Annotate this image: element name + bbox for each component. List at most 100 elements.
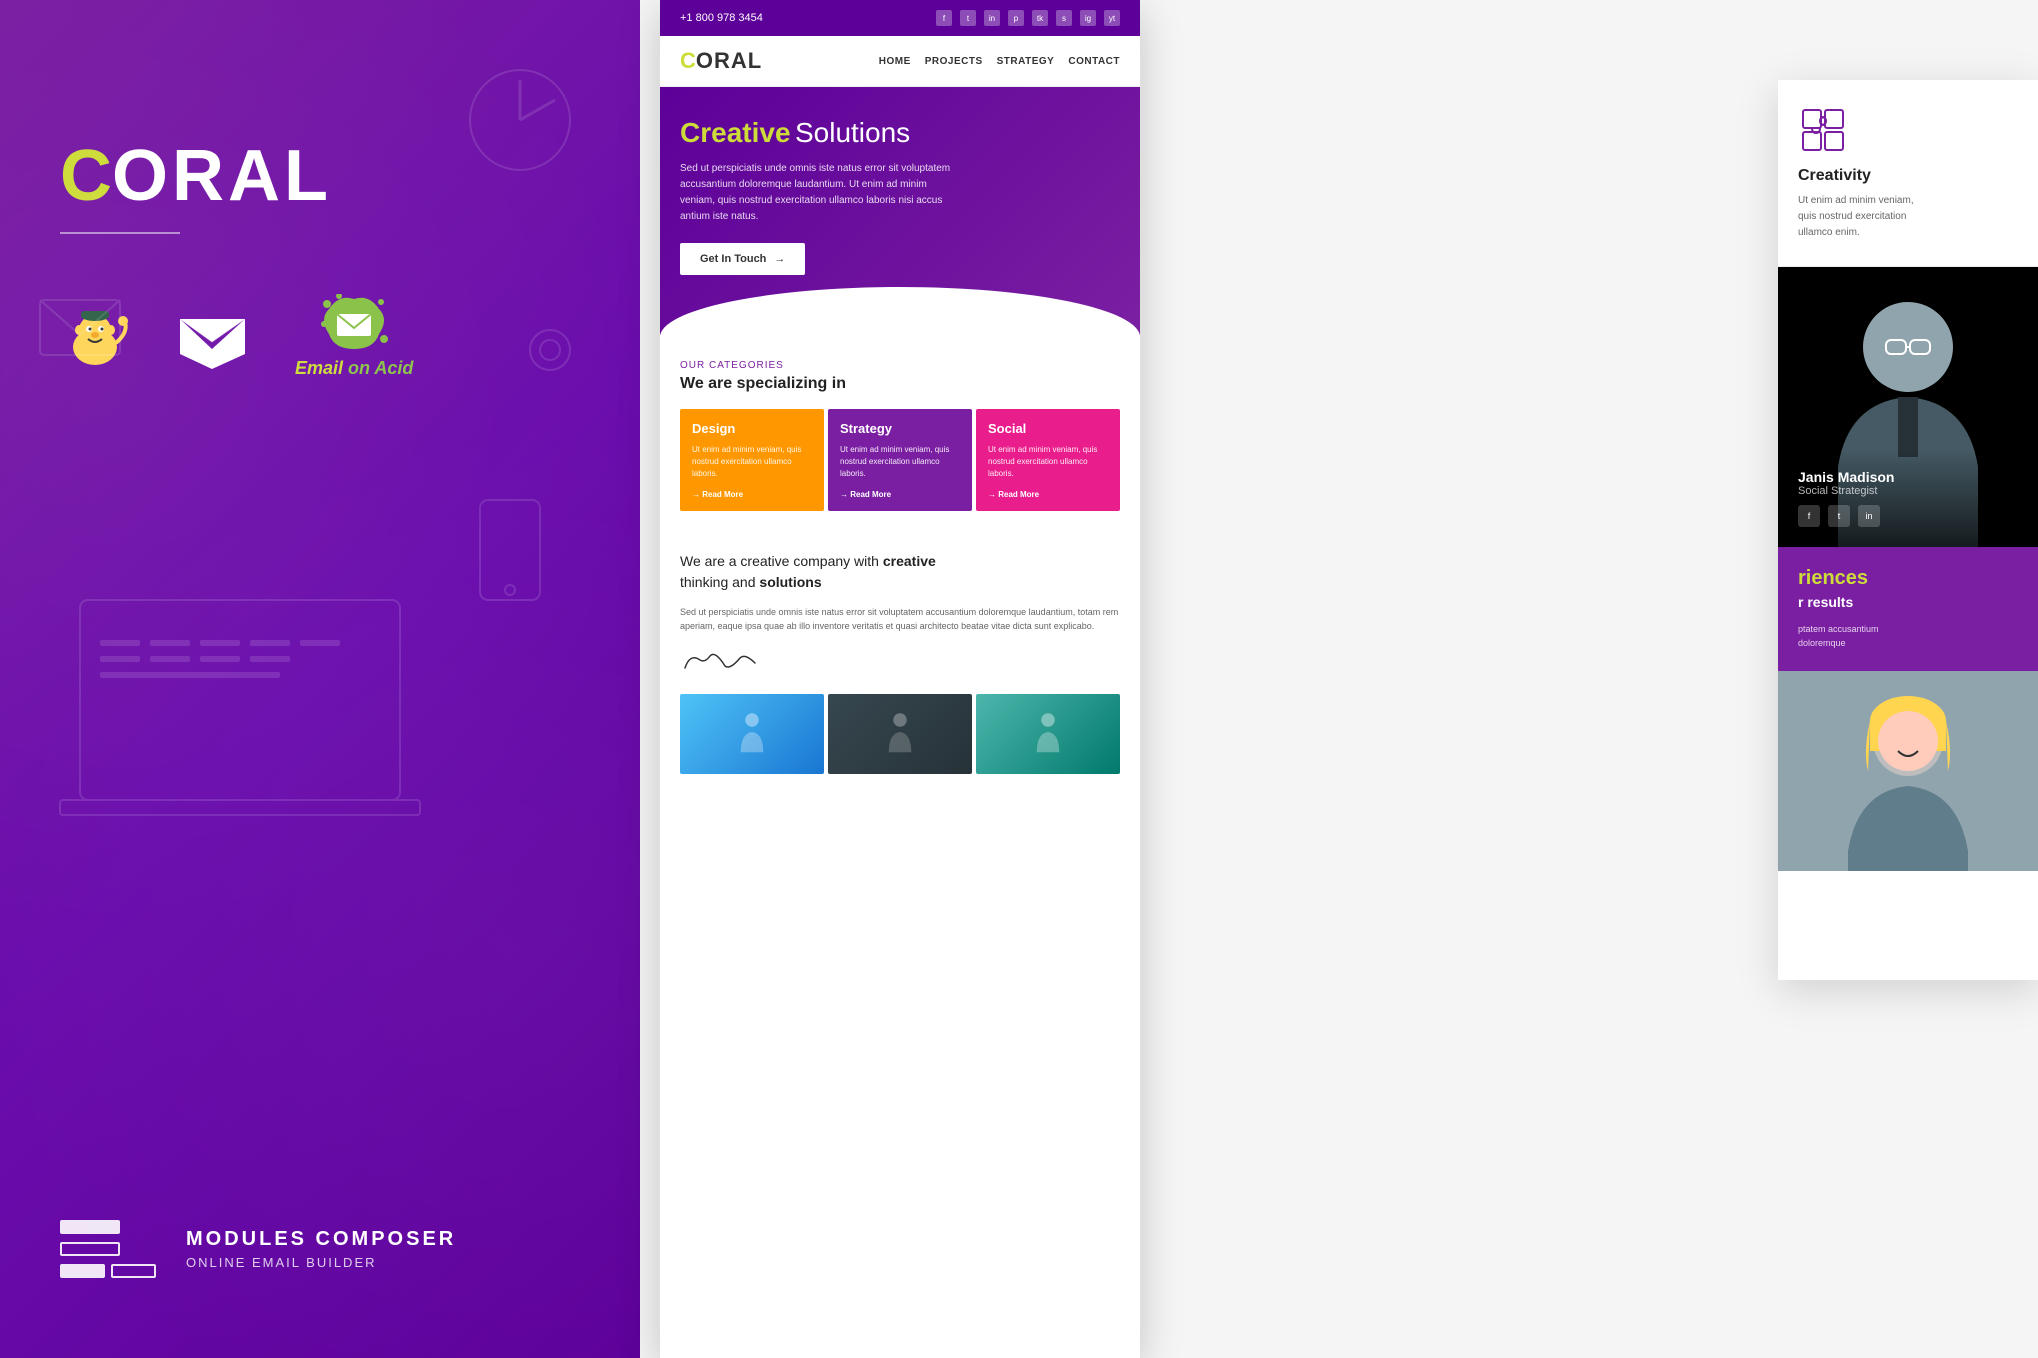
member-linkedin-icon[interactable]: in [1858,505,1880,527]
social-card-title: Social [988,421,1108,436]
logo-c-letter: C [60,140,112,212]
email-word: Email [295,358,343,378]
youtube-icon: yt [1104,10,1120,26]
bar-rect-1 [60,1220,120,1234]
nav-contact[interactable]: CONTACT [1068,56,1120,67]
woman-photo [1778,671,2038,871]
creative-bold1: creative [883,553,936,569]
modules-subtitle: ONLINE EMAIL BUILDER [186,1255,456,1270]
strategy-read-more[interactable]: → Read More [840,490,960,499]
bottom-section: MODULES COMPOSER ONLINE EMAIL BUILDER [60,1220,456,1278]
experiences-title: riences [1798,567,2018,590]
creative-company-title: We are a creative company with creative … [680,551,1120,593]
linkedin-icon: in [984,10,1000,26]
left-panel: C ORAL [0,0,640,1358]
hero-headline: Creative Solutions [680,117,1120,149]
creativity-desc-text3: ullamco enim. [1798,227,1860,238]
email-logo: C ORAL [680,48,762,74]
hero-btn-arrow: → [774,253,785,265]
creativity-desc-text: Ut enim ad minim veniam, [1798,195,1914,206]
email-acid-text: Email on Acid [295,358,413,379]
get-in-touch-button[interactable]: Get In Touch → [680,243,805,275]
hero-solutions: Solutions [795,117,910,148]
categories-label: Our Categories [680,360,1120,371]
category-cards: Design Ut enim ad minim veniam, quis nos… [680,409,1120,511]
email-topbar: +1 800 978 3454 f t in p tk s ig yt [660,0,1140,36]
right-panel: +1 800 978 3454 f t in p tk s ig yt C OR… [640,0,2038,1358]
strategy-card-desc: Ut enim ad minim veniam, quis nostrud ex… [840,444,960,480]
team-member-overlay: Janis Madison Social Strategist f t in [1778,449,2038,547]
social-card: Social Ut enim ad minim veniam, quis nos… [976,409,1120,511]
team-photo-2 [828,694,972,774]
person-silhouette-3 [976,694,1120,774]
person-silhouette-1 [680,694,824,774]
social-read-more[interactable]: → Read More [988,490,1108,499]
categories-title: We are specializing in [680,375,1120,393]
creative-title-part2: thinking and [680,574,759,590]
logo-divider [60,232,180,234]
on-acid-word: on Acid [348,358,413,378]
phone-number: +1 800 978 3454 [680,12,763,24]
campaign-monitor-logo [180,304,245,369]
header-logo-rest: ORAL [696,48,762,74]
modules-title: MODULES COMPOSER [186,1228,456,1251]
design-card-title: Design [692,421,812,436]
partner-logos: Email on Acid [60,294,413,379]
signature-svg [680,648,760,673]
header-logo-c: C [680,48,696,74]
hero-creative: Creative [680,117,791,148]
spotify-icon: s [1056,10,1072,26]
hero-description: Sed ut perspiciatis unde omnis iste natu… [680,161,960,225]
member-twitter-icon[interactable]: t [1828,505,1850,527]
creativity-title: Creativity [1798,167,2018,185]
strategy-card: Strategy Ut enim ad minim veniam, quis n… [828,409,972,511]
modules-icon [60,1220,156,1278]
tiktok-icon: tk [1032,10,1048,26]
member-facebook-icon[interactable]: f [1798,505,1820,527]
email-nav: HOME PROJECTS STRATEGY CONTACT [879,56,1120,67]
email-categories: Our Categories We are specializing in De… [660,335,1140,531]
bar-outline-1 [60,1242,120,1256]
experiences-section: riences r results ptatem accusantiumdolo… [1778,547,2038,671]
nav-strategy[interactable]: STRATEGY [997,56,1055,67]
creative-title-part1: We are a creative company with [680,553,883,569]
hero-btn-text: Get In Touch [700,253,766,265]
design-card: Design Ut enim ad minim veniam, quis nos… [680,409,824,511]
team-photos [680,694,1120,774]
left-logo: C ORAL [60,140,332,212]
logo-rest: ORAL [112,140,332,212]
nav-home[interactable]: HOME [879,56,911,67]
team-photo-1 [680,694,824,774]
social-card-desc: Ut enim ad minim veniam, quis nostrud ex… [988,444,1108,480]
team-photo-3 [976,694,1120,774]
experiences-subtitle: r results [1798,594,2018,610]
creative-company-section: We are a creative company with creative … [660,531,1140,794]
design-card-desc: Ut enim ad minim veniam, quis nostrud ex… [692,444,812,480]
nav-projects[interactable]: PROJECTS [925,56,983,67]
experiences-description: ptatem accusantiumdoloremque [1798,622,2018,651]
creative-bold2: solutions [759,574,821,590]
team-member-photo: Janis Madison Social Strategist f t in [1778,267,2038,547]
right-side-panel: Creativity Ut enim ad minim veniam, quis… [1778,80,2038,980]
creativity-description: Ut enim ad minim veniam, quis nostrud ex… [1798,193,2018,241]
email-on-acid-logo: Email on Acid [295,294,413,379]
twitter-icon: t [960,10,976,26]
email-hero: Creative Solutions Sed ut perspiciatis u… [660,87,1140,335]
bar-rect-2 [60,1264,105,1278]
facebook-icon: f [936,10,952,26]
team-member-role: Social Strategist [1798,485,2018,497]
instagram-icon: ig [1080,10,1096,26]
creativity-desc-text2: quis nostrud exercitation [1798,211,1906,222]
strategy-card-title: Strategy [840,421,960,436]
splat-icon [319,294,389,354]
pinterest-icon: p [1008,10,1024,26]
bottom-text: MODULES COMPOSER ONLINE EMAIL BUILDER [186,1228,456,1270]
team-member-socials: f t in [1798,505,2018,527]
mailchimp-logo [60,302,130,372]
email-mockup: +1 800 978 3454 f t in p tk s ig yt C OR… [660,0,1140,1358]
social-icons-top: f t in p tk s ig yt [936,10,1120,26]
team-member-name: Janis Madison [1798,469,2018,485]
design-read-more[interactable]: → Read More [692,490,812,499]
bar-outline-2 [111,1264,156,1278]
creative-description: Sed ut perspiciatis unde omnis iste natu… [680,605,1120,634]
